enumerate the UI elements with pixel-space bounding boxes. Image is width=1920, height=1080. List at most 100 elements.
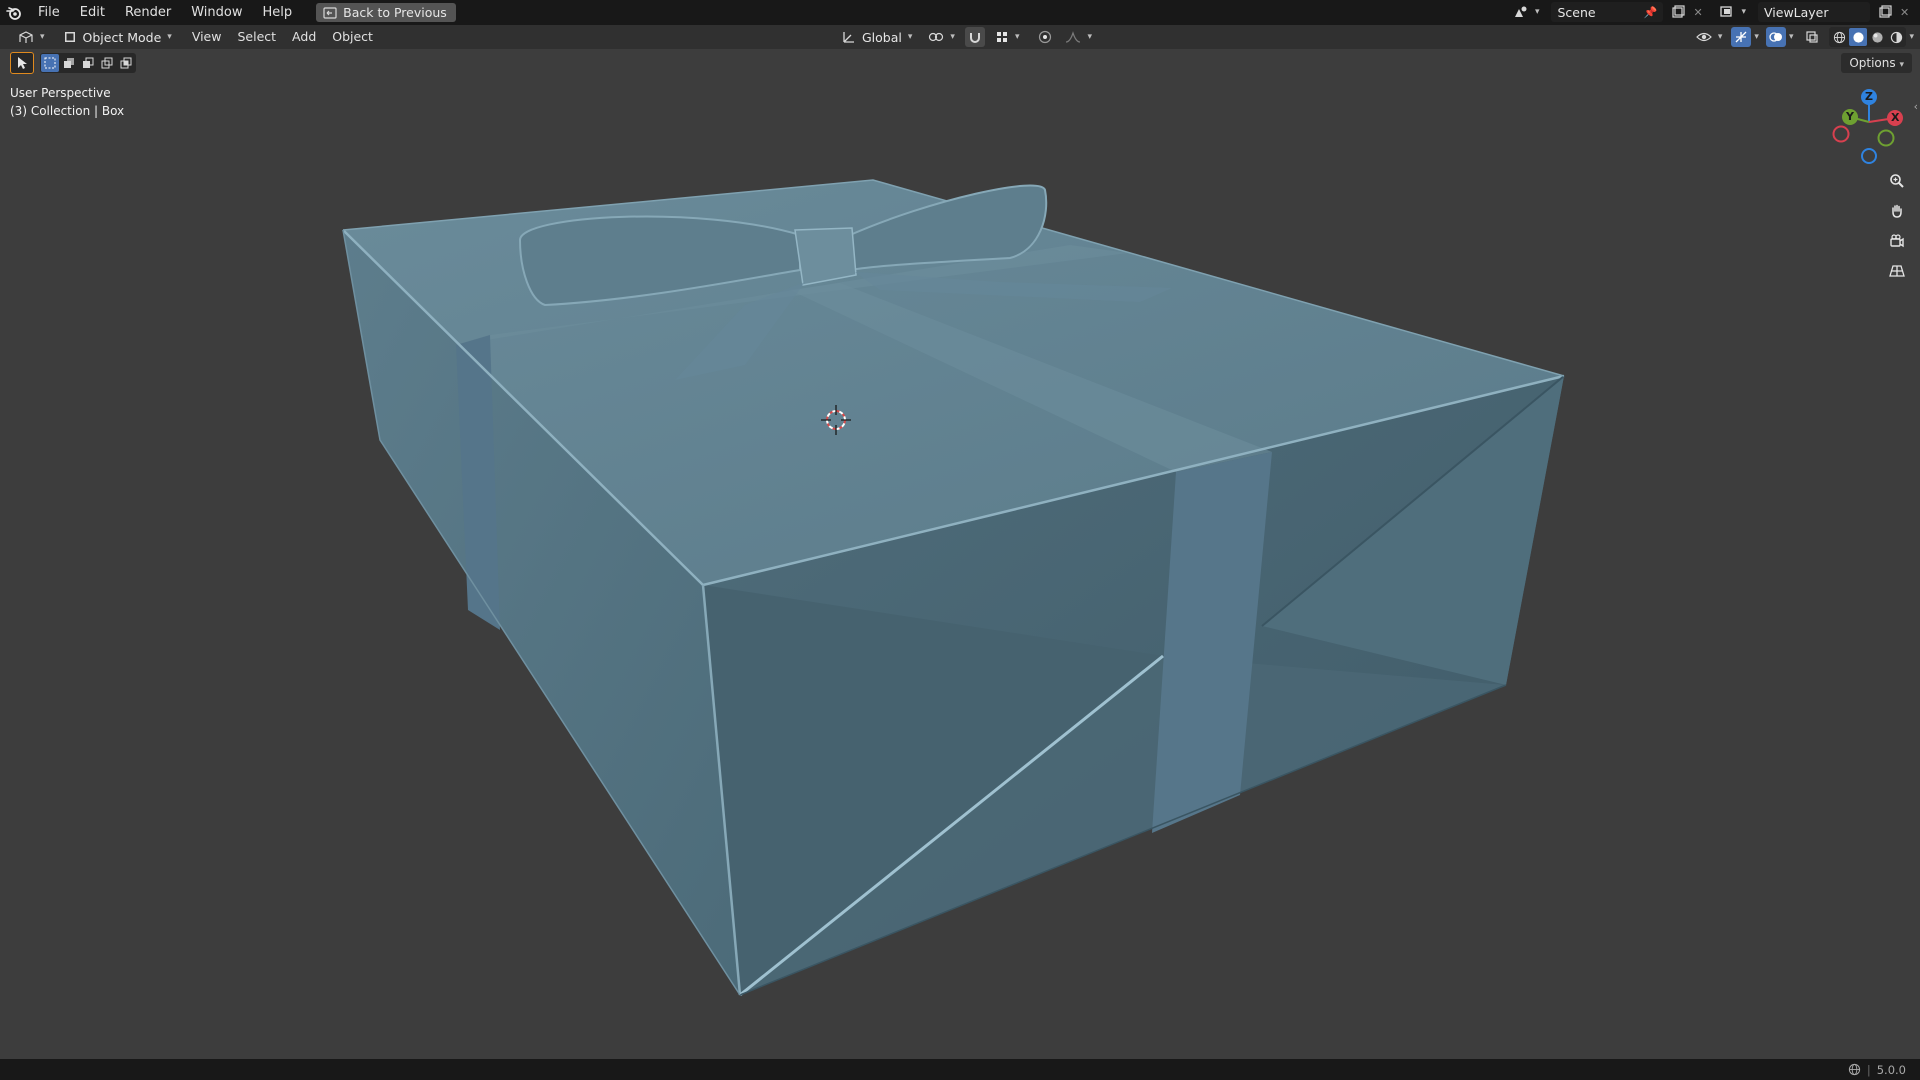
options-dropdown[interactable]: Options ▾ [1841, 53, 1912, 73]
menu-object[interactable]: Object [324, 27, 381, 47]
view-layer-name: ViewLayer [1764, 4, 1829, 20]
selection-mode-group [40, 53, 136, 73]
menu-help[interactable]: Help [253, 0, 303, 25]
falloff-curve-icon [1066, 31, 1081, 43]
status-divider: | [1866, 1062, 1871, 1077]
view-layer-name-field[interactable]: ViewLayer [1758, 2, 1870, 22]
snap-target-dropdown[interactable]: ▾ [989, 27, 1026, 47]
pan-button[interactable] [1884, 198, 1910, 224]
menu-window[interactable]: Window [181, 0, 252, 25]
pivot-point-dropdown[interactable]: ▾ [922, 27, 961, 47]
chevron-down-icon: ▾ [1014, 32, 1020, 42]
gizmo-y-label: Y [1846, 110, 1854, 123]
menu-add[interactable]: Add [284, 27, 324, 47]
snap-grid-icon [996, 32, 1007, 42]
back-to-previous-label: Back to Previous [343, 5, 447, 20]
select-intersect-button[interactable] [117, 54, 135, 72]
new-view-layer-icon[interactable] [1876, 3, 1894, 21]
select-invert-button[interactable] [98, 54, 116, 72]
bow-knot [794, 227, 857, 286]
visibility-dropdown[interactable]: ▾ [1690, 27, 1729, 47]
menu-select[interactable]: Select [229, 27, 284, 47]
select-invert-icon [101, 57, 113, 69]
chevron-down-icon: ▾ [950, 32, 955, 42]
select-extend-icon [64, 58, 74, 68]
chevron-down-icon: ▾ [1087, 32, 1092, 42]
new-scene-icon[interactable] [1669, 3, 1687, 21]
select-subtract-button[interactable] [79, 54, 97, 72]
xray-icon [1806, 31, 1819, 43]
viewport-tool-row [10, 52, 136, 74]
select-intersect-icon [120, 57, 132, 69]
network-icon [1848, 1063, 1860, 1076]
xray-toggle[interactable] [1802, 27, 1822, 47]
chevron-down-icon: ▾ [907, 32, 913, 42]
editor-type-selector[interactable]: ▾ [12, 27, 51, 47]
chevron-down-icon: ▾ [1534, 7, 1540, 17]
back-to-previous-button[interactable]: Back to Previous [316, 3, 456, 22]
transform-orientation-dropdown[interactable]: Global ▾ [836, 27, 918, 47]
menu-view[interactable]: View [184, 27, 230, 47]
rendered-shading-button[interactable] [1887, 28, 1905, 46]
chevron-down-icon: ▾ [1741, 7, 1746, 17]
orientation-label: Global [862, 29, 902, 45]
view-layer-selector[interactable]: ▾ [1713, 2, 1752, 22]
viewport-collection-label: (3) Collection | Box [10, 104, 125, 118]
sidebar-expand-icon[interactable]: ‹ [1914, 100, 1918, 113]
version-number: 5.0.0 [1876, 1062, 1906, 1077]
viewport-perspective-label: User Perspective [10, 86, 111, 100]
grid-perspective-icon [1889, 265, 1905, 277]
zoom-button[interactable] [1884, 168, 1910, 194]
gizmo-toggle[interactable] [1731, 27, 1752, 47]
chevron-down-icon: ▾ [1899, 60, 1904, 70]
proportional-edit-icon [1039, 30, 1052, 44]
view-layer-icon [1720, 6, 1733, 17]
orientation-icon [843, 32, 854, 43]
scene-name-field[interactable]: Scene 📌 [1551, 2, 1664, 22]
camera-view-button[interactable] [1884, 228, 1910, 254]
scene-selector[interactable]: ▾ [1507, 2, 1546, 22]
menu-render[interactable]: Render [115, 0, 181, 25]
viewport-canvas[interactable] [0, 49, 1920, 1059]
gizmo-chevron-icon[interactable]: ▾ [1754, 32, 1759, 42]
menu-file[interactable]: File [28, 0, 70, 25]
snap-toggle[interactable] [964, 27, 985, 47]
gizmo-x-label: X [1891, 111, 1900, 124]
scene-name: Scene [1557, 4, 1596, 20]
object-mode-icon [64, 32, 75, 42]
status-bar: | 5.0.0 [0, 1059, 1920, 1080]
shading-chevron-icon[interactable]: ▾ [1909, 32, 1914, 42]
solid-shading-button[interactable] [1849, 28, 1868, 46]
overlays-chevron-icon[interactable]: ▾ [1789, 32, 1794, 42]
top-menu-bar: File Edit Render Window Help Back to Pre… [0, 0, 1920, 25]
gizmo-z-label: Z [1865, 90, 1873, 103]
overlays-toggle[interactable] [1765, 27, 1786, 47]
select-extend-button[interactable] [60, 54, 78, 72]
chevron-down-icon: ▾ [1717, 32, 1723, 42]
overlays-icon [1769, 32, 1782, 42]
select-new-button[interactable] [41, 54, 59, 72]
object-mode-label: Object Mode [82, 29, 162, 45]
falloff-dropdown[interactable]: ▾ [1059, 27, 1098, 47]
perspective-toggle-button[interactable] [1884, 258, 1910, 284]
zoom-icon [1890, 174, 1904, 188]
wireframe-shading-button[interactable] [1830, 28, 1848, 46]
pin-icon[interactable]: 📌 [1644, 6, 1658, 19]
close-scene-icon[interactable]: ✕ [1693, 6, 1707, 19]
blender-logo-icon[interactable] [0, 0, 28, 25]
rendered-sphere-icon [1890, 31, 1903, 43]
chevron-down-icon: ▾ [167, 32, 172, 42]
material-shading-button[interactable] [1868, 28, 1886, 46]
menu-edit[interactable]: Edit [70, 0, 115, 25]
hand-icon [1892, 204, 1902, 218]
material-sphere-icon [1872, 31, 1883, 43]
viewport-editor-icon [19, 31, 33, 43]
cursor-arrow-icon [18, 57, 27, 69]
proportional-editing-toggle[interactable] [1035, 27, 1055, 47]
gizmo-icon [1735, 31, 1747, 43]
close-view-layer-icon[interactable]: ✕ [1900, 6, 1914, 19]
select-tool-button[interactable] [10, 52, 34, 74]
object-mode-dropdown[interactable]: Object Mode ▾ [57, 27, 178, 47]
pivot-icon [929, 32, 944, 42]
version-info: | 5.0.0 [1848, 1063, 1920, 1077]
